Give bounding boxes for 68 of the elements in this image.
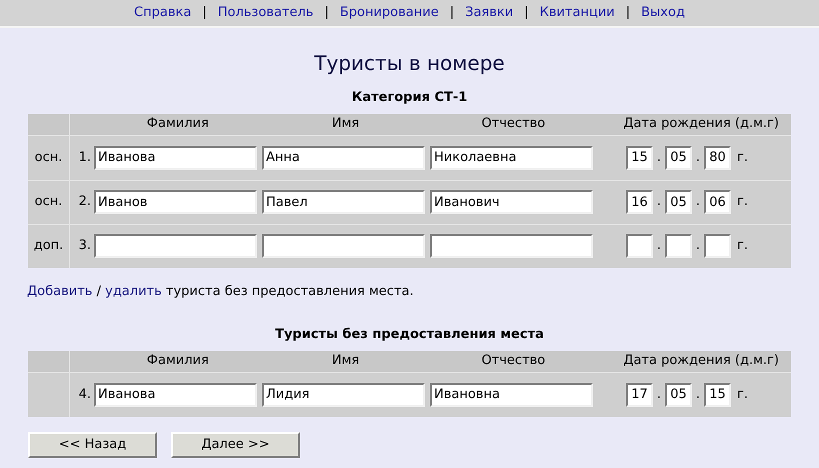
year-suffix: г. xyxy=(737,237,748,256)
name-field[interactable]: Павел xyxy=(262,190,425,214)
date-dot: . xyxy=(656,386,662,404)
year-suffix: г. xyxy=(737,148,748,167)
date-dot: . xyxy=(694,193,702,212)
row-number: 1. xyxy=(78,148,92,167)
day-field[interactable]: 17 xyxy=(626,382,653,406)
surname-field[interactable]: Иванова xyxy=(94,146,257,170)
note-text: Добавить / удалить туриста без предоставления места. xyxy=(27,282,414,300)
day-field[interactable]: 15 xyxy=(626,146,653,170)
section-heading: Категория СТ-1 xyxy=(352,89,468,107)
add-link[interactable]: Добавить xyxy=(27,284,92,298)
name-field[interactable]: Анна xyxy=(262,146,425,170)
page-title: Туристы в номере xyxy=(314,50,505,77)
column-header: Отчество xyxy=(481,352,546,370)
name-field[interactable]: Лидия xyxy=(262,382,425,406)
surname-field[interactable]: Иванов xyxy=(94,190,257,214)
month-field[interactable]: 05 xyxy=(665,190,692,214)
date-dot: . xyxy=(694,386,702,404)
date-dot: . xyxy=(694,148,702,167)
nav-link[interactable]: Бронирование xyxy=(340,3,439,23)
patronymic-field[interactable]: Иванович xyxy=(430,190,593,214)
row-number: 3. xyxy=(78,237,92,256)
patronymic-field[interactable] xyxy=(430,234,593,258)
year-field[interactable]: 06 xyxy=(704,190,731,214)
surname-field[interactable]: Иванова xyxy=(94,382,257,406)
date-dot: . xyxy=(656,193,662,212)
year-suffix: г. xyxy=(737,386,748,404)
column-header: Фамилия xyxy=(146,115,209,134)
column-header: Дата рождения (д.м.г) xyxy=(623,352,779,370)
row-number: 4. xyxy=(78,386,92,404)
column-header: Отчество xyxy=(481,115,546,134)
date-dot: . xyxy=(656,237,662,256)
year-field[interactable] xyxy=(704,234,731,258)
name-field[interactable] xyxy=(262,234,425,258)
nav-separator: | xyxy=(202,4,207,22)
month-field[interactable]: 05 xyxy=(665,382,692,406)
nav-separator: | xyxy=(324,4,329,22)
patronymic-field[interactable]: Ивановна xyxy=(430,382,593,406)
row-number: 2. xyxy=(78,193,92,212)
date-dot: . xyxy=(656,148,662,167)
column-header: Фамилия xyxy=(146,352,209,370)
day-field[interactable] xyxy=(626,234,653,258)
column-header: Имя xyxy=(332,115,360,134)
date-dot: . xyxy=(694,237,702,256)
nav-link[interactable]: Заявки xyxy=(465,3,514,23)
month-field[interactable]: 05 xyxy=(665,146,692,170)
section-heading: Туристы без предоставления места xyxy=(275,326,544,344)
nav-link[interactable]: Пользователь xyxy=(218,3,314,23)
surname-field[interactable] xyxy=(94,234,257,258)
year-field[interactable]: 80 xyxy=(704,146,731,170)
year-suffix: г. xyxy=(737,193,748,212)
nav-link[interactable]: Справка xyxy=(134,3,192,23)
next-button[interactable]: Далее >> xyxy=(171,432,300,458)
row-label-cell: осн. xyxy=(28,136,70,180)
month-field[interactable] xyxy=(665,234,692,258)
remove-link[interactable]: удалить xyxy=(105,284,162,298)
column-header: Дата рождения (д.м.г) xyxy=(623,115,779,134)
back-button[interactable]: << Назад xyxy=(28,432,157,458)
year-field[interactable]: 15 xyxy=(704,382,731,406)
nav-link[interactable]: Выход xyxy=(641,3,685,23)
nav-link[interactable]: Квитанции xyxy=(540,3,615,23)
patronymic-field[interactable]: Николаевна xyxy=(430,146,593,170)
column-header: Имя xyxy=(332,352,360,370)
nav-separator: | xyxy=(524,4,529,22)
nav-separator: | xyxy=(450,4,454,22)
nav-separator: | xyxy=(626,4,630,22)
day-field[interactable]: 16 xyxy=(626,190,653,214)
